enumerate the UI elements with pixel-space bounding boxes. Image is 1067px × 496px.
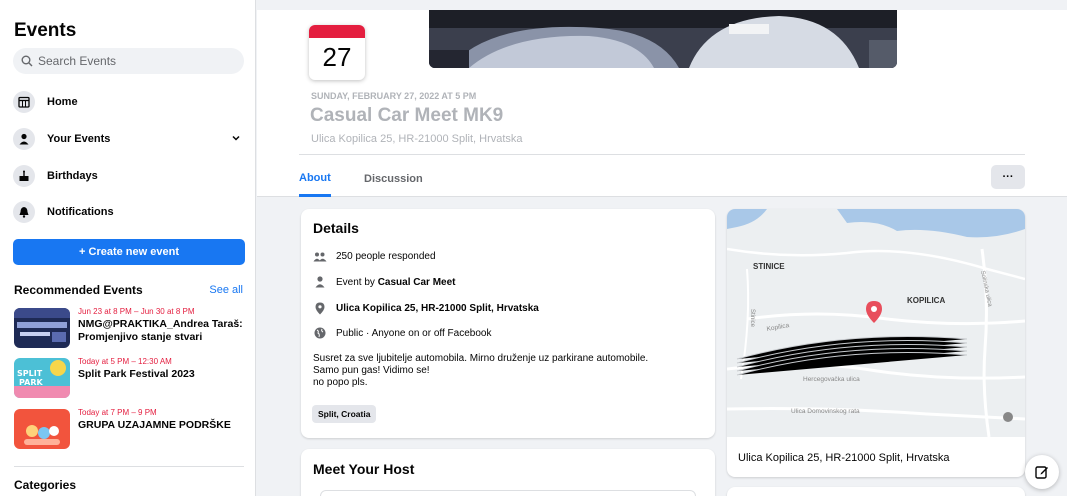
recommended-event-item[interactable]: SPLIT PARK Today at 5 PM – 12:30 AM Split… [14,357,246,402]
event-date: Jun 23 at 8 PM – Jun 30 at 8 PM [78,307,195,316]
svg-text:SPLIT: SPLIT [17,369,43,378]
event-date-line: SUNDAY, FEBRUARY 27, 2022 AT 5 PM [311,91,477,101]
sidebar-item-label: Notifications [47,206,114,218]
map-label-domovinskog: Ulica Domovinskog rata [791,408,860,415]
event-day-number: 27 [322,42,352,72]
cake-icon [13,165,35,187]
bell-icon [13,201,35,223]
search-placeholder: Search Events [38,54,117,68]
event-title: GRUPA UZAJAMNE PODRŠKE [78,419,231,431]
search-icon [21,55,33,67]
events-sidebar: Events Search Events Home Your Events Bi… [0,0,256,496]
sidebar-title: Events [14,20,77,41]
privacy-row: Public · Anyone on or off Facebook [313,327,491,339]
event-description: Susret za sve ljubitelje automobila. Mir… [313,353,693,389]
calendar-grid-icon [13,91,35,113]
event-cover-photo [429,10,897,68]
event-title: NMG@PRAKTIKA_Andrea Taraš: Promjenjivo s… [78,318,243,343]
description-line: no popo pls. [313,377,368,388]
people-icon [313,252,327,262]
sidebar-item-notifications[interactable]: Notifications [13,198,245,226]
description-line: Samo pun gas! Vidimo se! [313,365,430,376]
svg-text:PARK: PARK [19,378,43,387]
map-label-stinice-street: Stinice [749,309,755,328]
recommended-event-item[interactable]: Today at 7 PM – 9 PM GRUPA UZAJAMNE PODR… [14,408,246,453]
address-row: Ulica Kopilica 25, HR-21000 Split, Hrvat… [313,302,539,315]
edit-icon [1035,466,1048,479]
event-date: Today at 7 PM – 9 PM [78,408,157,417]
description-line: Susret za sve ljubitelje automobila. Mir… [313,353,649,364]
secondary-card [727,487,1025,496]
sidebar-divider [14,466,244,467]
location-map-card[interactable]: STINICE KOPILICA Kopilica Hercegovačka u… [727,209,1025,477]
event-calendar-badge: 27 [309,25,365,80]
calendar-badge-header [309,25,365,38]
event-date: Today at 5 PM – 12:30 AM [78,357,172,366]
sidebar-item-label: Home [47,96,78,108]
details-card: Details 250 people responded Event by Ca… [301,209,715,438]
recommended-event-item[interactable]: Jun 23 at 8 PM – Jun 30 at 8 PM NMG@PRAK… [14,307,246,352]
map-label-stinice: STINICE [753,262,785,271]
sidebar-item-label: Your Events [47,133,111,145]
map-label-kopilica: KOPILICA [907,296,945,305]
event-thumbnail [14,308,70,348]
see-all-link[interactable]: See all [209,284,243,296]
sidebar-item-birthdays[interactable]: Birthdays [13,162,245,190]
event-header: 27 SUNDAY, FEBRUARY 27, 2022 AT 5 PM Cas… [257,10,1067,197]
sidebar-item-your-events[interactable]: Your Events [13,125,245,153]
recommended-events-heading: Recommended Events [14,283,143,297]
event-by-row: Event by Casual Car Meet [313,276,456,288]
responded-count: 250 people responded [336,251,436,262]
compose-message-button[interactable] [1025,455,1059,489]
event-address[interactable]: Ulica Kopilica 25, HR-21000 Split, Hrvat… [336,303,539,314]
responded-row: 250 people responded [313,251,436,262]
header-divider [299,154,1025,155]
privacy-text: Public · Anyone on or off Facebook [336,327,492,339]
event-title-heading: Casual Car Meet MK9 [310,105,504,126]
map-address: Ulica Kopilica 25, HR-21000 Split, Hrvat… [738,452,950,464]
location-map[interactable]: STINICE KOPILICA Kopilica Hercegovačka u… [727,209,1025,438]
tab-discussion[interactable]: Discussion [364,161,423,197]
location-tag-chip[interactable]: Split, Croatia [312,405,377,423]
map-label-hercegovacka: Hercegovačka ulica [803,376,860,383]
sidebar-item-label: Birthdays [47,170,98,182]
more-options-button[interactable]: ··· [991,165,1025,189]
meet-your-host-heading: Meet Your Host [313,461,415,477]
map-info-icon[interactable] [1003,412,1013,422]
event-location: Ulica Kopilica 25, HR-21000 Split, Hrvat… [311,133,523,145]
location-pin-icon [313,302,327,315]
event-by-prefix: Event by [336,276,378,288]
person-icon [313,276,327,288]
globe-icon [313,327,327,339]
meet-your-host-card: Meet Your Host [301,449,715,496]
create-new-event-button[interactable]: + Create new event [13,239,245,265]
person-icon [13,128,35,150]
event-thumbnail: SPLIT PARK [14,358,70,398]
details-heading: Details [313,220,359,236]
search-events-input[interactable]: Search Events [13,48,244,74]
event-title: Split Park Festival 2023 [78,368,195,380]
host-profile-box[interactable] [320,490,696,496]
event-thumbnail [14,409,70,449]
host-name-link[interactable]: Casual Car Meet [378,277,456,288]
sidebar-item-home[interactable]: Home [13,88,245,116]
chevron-down-icon[interactable] [231,133,241,143]
categories-heading: Categories [14,478,77,492]
tab-about[interactable]: About [299,161,331,197]
